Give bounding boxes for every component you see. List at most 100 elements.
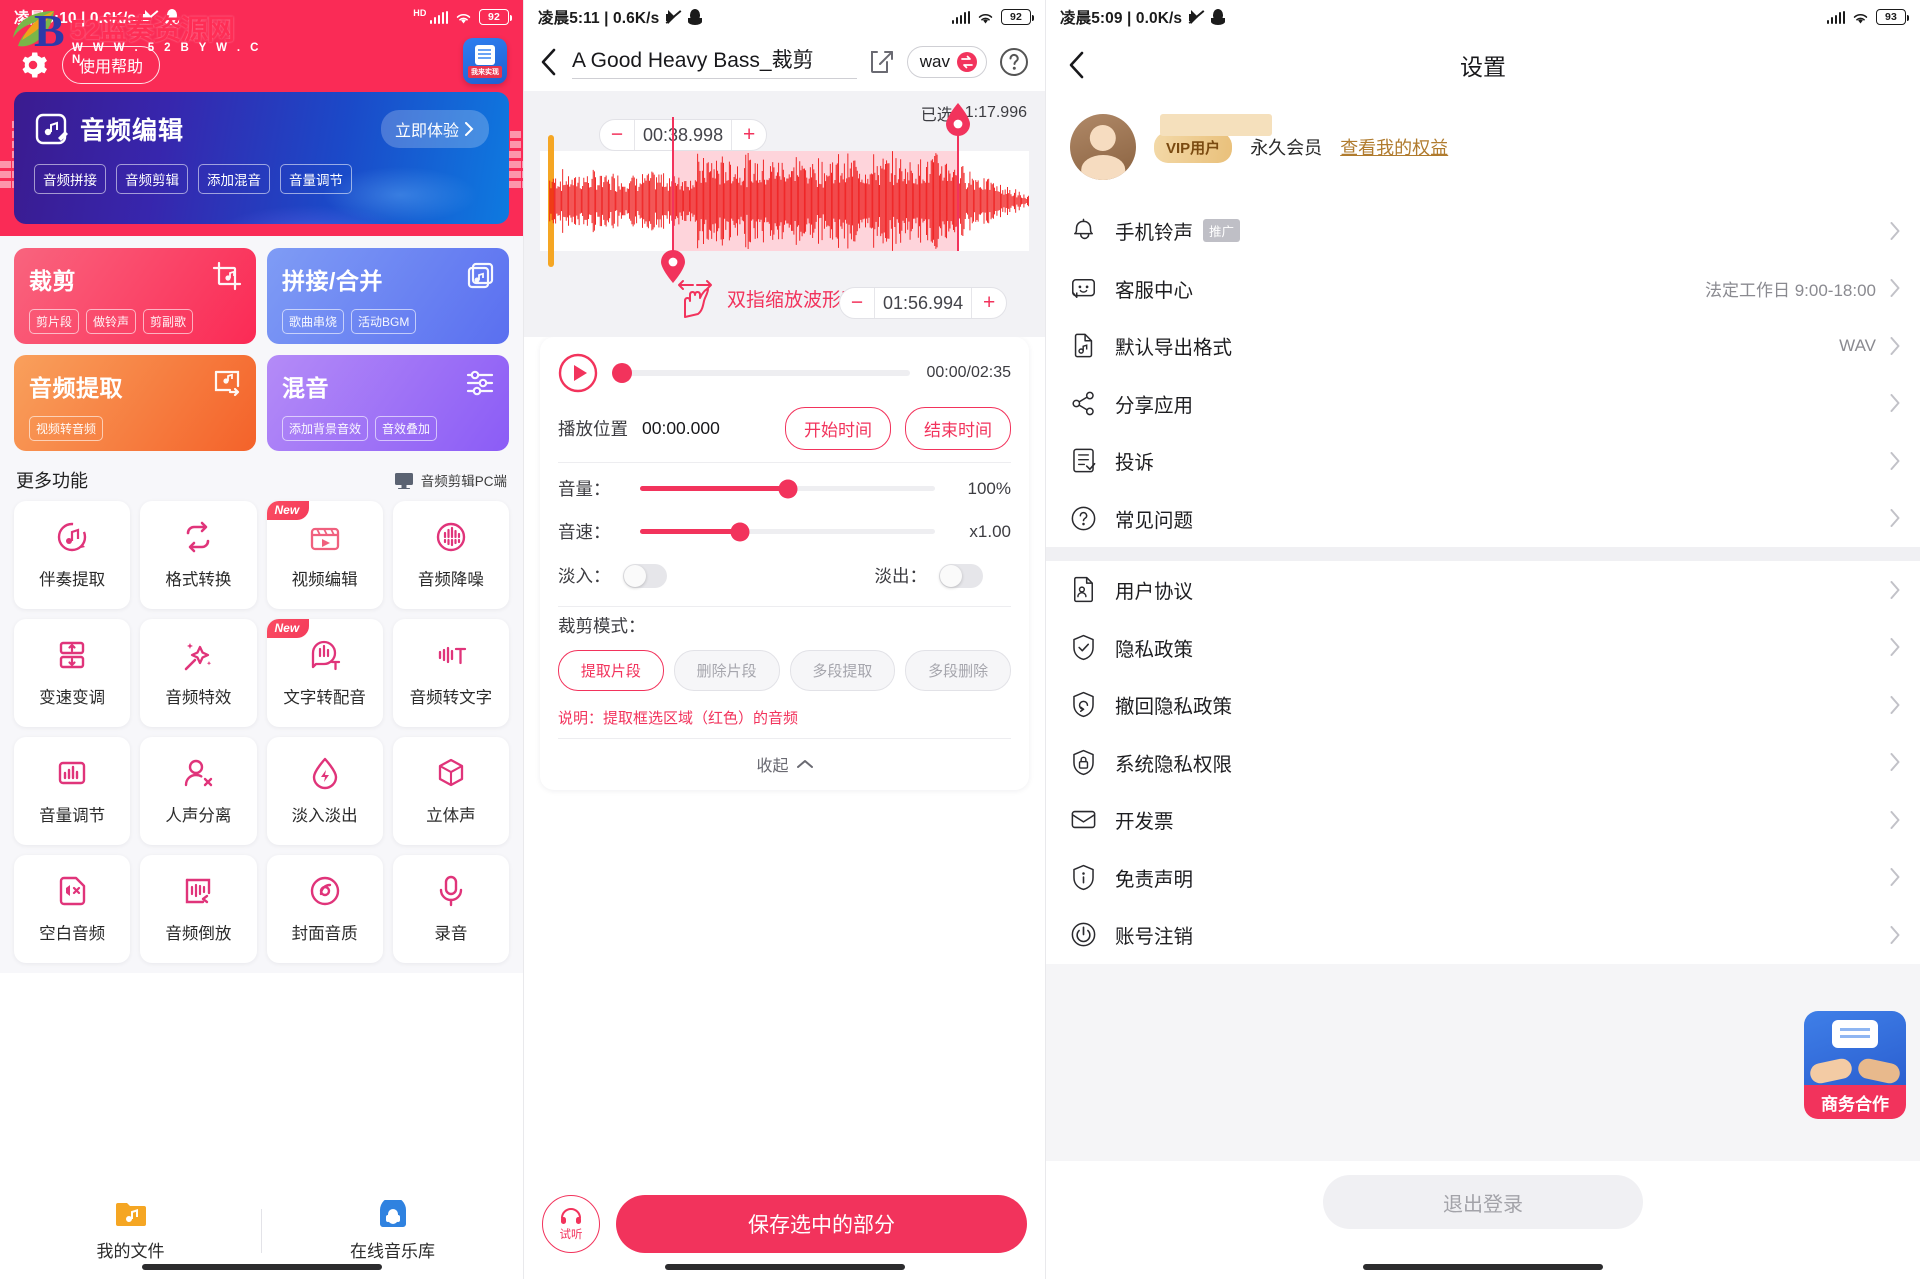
logout-button[interactable]: 退出登录 <box>1323 1175 1643 1229</box>
start-time-minus[interactable]: − <box>600 120 634 150</box>
tool-effects[interactable]: 音频特效 <box>140 619 257 727</box>
status-time: 凌晨5:11 | 0.6K/s <box>538 10 660 27</box>
settings-row-手机铃声[interactable]: 手机铃声 推广 <box>1046 202 1920 260</box>
tool-label: 文字转配音 <box>283 689 366 707</box>
pc-version-link[interactable]: 音频剪辑PC端 <box>394 470 507 490</box>
tool-accompaniment[interactable]: 伴奏提取 <box>14 501 131 609</box>
waveform-canvas[interactable] <box>540 103 1029 283</box>
cut-mode-option-提取片段[interactable]: 提取片段 <box>558 650 664 691</box>
tool-silence[interactable]: 空白音频 <box>14 855 131 963</box>
track-title-field[interactable]: A Good Heavy Bass_裁剪 <box>572 44 857 79</box>
volume-slider[interactable] <box>640 479 935 498</box>
feature-chip-list: 剪片段 做铃声 剪副歌 <box>29 309 241 334</box>
settings-row-right <box>1890 638 1900 657</box>
feature-card-3[interactable]: 音频提取 视频转音频 <box>14 355 256 451</box>
feature-chip: 音效叠加 <box>375 416 438 441</box>
tool-denoise[interactable]: 音频降噪 <box>392 501 509 609</box>
feature-card-1[interactable]: 裁剪 剪片段 做铃声 剪副歌 <box>14 248 256 344</box>
settings-group-1: 手机铃声 推广 客服中心 法定工作日 9:00-18:00 默认导出格式 WAV … <box>1046 202 1920 547</box>
tool-convert[interactable]: 格式转换 <box>140 501 257 609</box>
cut-mode-option-多段提取[interactable]: 多段提取 <box>789 650 896 691</box>
edit-icon[interactable] <box>869 49 895 75</box>
settings-row-系统隐私权限[interactable]: 系统隐私权限 <box>1046 734 1920 792</box>
set-start-time-button[interactable]: 开始时间 <box>785 407 891 450</box>
feature-card-4[interactable]: 混音 添加背景音效 音效叠加 <box>267 355 509 451</box>
avatar[interactable] <box>1070 114 1136 180</box>
fade-in-toggle[interactable] <box>622 563 667 588</box>
start-time-stepper[interactable]: − 00:38.998 + <box>599 119 768 151</box>
headphone-icon <box>379 1200 406 1227</box>
play-button[interactable] <box>558 353 598 393</box>
hero-cta-button[interactable]: 立即体验 <box>380 110 489 148</box>
tool-tts[interactable]: New 文字转配音 <box>266 619 383 727</box>
speed-slider[interactable] <box>640 522 935 541</box>
set-end-time-button[interactable]: 结束时间 <box>905 407 1011 450</box>
monitor-icon <box>394 472 413 489</box>
share-icon <box>1072 391 1094 416</box>
settings-row-投诉[interactable]: 投诉 <box>1046 432 1920 490</box>
seek-slider[interactable] <box>612 363 911 383</box>
app-promo-badge[interactable]: 我来实现 <box>463 38 507 84</box>
settings-row-撤回隐私政策[interactable]: 撤回隐私政策 <box>1046 676 1920 734</box>
settings-row-客服中心[interactable]: 客服中心 法定工作日 9:00-18:00 <box>1046 260 1920 318</box>
selection-end-handle[interactable] <box>945 103 970 251</box>
tab-my-files[interactable]: 我的文件 <box>0 1200 261 1262</box>
profile-section[interactable]: VIP用户 永久会员 查看我的权益 <box>1046 96 1920 202</box>
tool-record[interactable]: 录音 <box>392 855 509 963</box>
settings-row-right: 法定工作日 9:00-18:00 <box>1705 276 1900 301</box>
status-bar: 凌晨5:10 | 0.6K/s HD 92 <box>0 0 523 34</box>
tool-cover-quality[interactable]: 封面音质 <box>266 855 383 963</box>
selection-start-handle[interactable] <box>661 117 686 283</box>
chevron-right-icon <box>1890 451 1900 470</box>
audition-button[interactable]: 试听 <box>542 1195 600 1253</box>
settings-row-开发票[interactable]: 开发票 <box>1046 791 1920 849</box>
hero-banner[interactable]: 音频编辑 立即体验 音频拼接 音频剪辑 添加混音 音量调节 <box>14 92 509 224</box>
tool-reverse[interactable]: 音频倒放 <box>140 855 257 963</box>
end-time-stepper[interactable]: − 01:56.994 + <box>839 287 1008 319</box>
settings-row-隐私政策[interactable]: 隐私政策 <box>1046 619 1920 677</box>
tool-speed-pitch[interactable]: 变速变调 <box>14 619 131 727</box>
seek-thumb[interactable] <box>612 363 632 383</box>
start-time-plus[interactable]: + <box>732 120 766 150</box>
settings-row-默认导出格式[interactable]: 默认导出格式 WAV <box>1046 317 1920 375</box>
qq-icon <box>165 9 180 25</box>
status-time: 凌晨5:09 | 0.0K/s <box>1060 10 1183 27</box>
help-button[interactable]: 使用帮助 <box>62 46 161 84</box>
tool-stereo[interactable]: 立体声 <box>392 737 509 845</box>
question-icon[interactable] <box>999 47 1029 77</box>
tts-icon <box>311 640 340 671</box>
denoise-icon <box>436 522 466 552</box>
end-time-plus[interactable]: + <box>972 288 1006 318</box>
format-selector[interactable]: wav <box>906 45 987 78</box>
new-badge: New <box>266 619 310 638</box>
collapse-button[interactable]: 收起 <box>558 738 1011 782</box>
chevron-right-icon <box>1890 279 1900 298</box>
end-time-minus[interactable]: − <box>840 288 874 318</box>
tool-vocal-remove[interactable]: 人声分离 <box>140 737 257 845</box>
settings-row-value: 法定工作日 9:00-18:00 <box>1704 280 1876 300</box>
settings-row-用户协议[interactable]: 用户协议 <box>1046 561 1920 619</box>
settings-row-免责声明[interactable]: 免责声明 <box>1046 849 1920 907</box>
playback-row: 00:00/02:35 <box>558 353 1011 393</box>
tab-online-music[interactable]: 在线音乐库 <box>262 1200 523 1262</box>
tool-fade[interactable]: 淡入淡出 <box>266 737 383 845</box>
settings-row-分享应用[interactable]: 分享应用 <box>1046 375 1920 433</box>
back-chevron-icon[interactable] <box>538 47 560 77</box>
qq-icon <box>1211 9 1226 25</box>
view-rights-link[interactable]: 查看我的权益 <box>1340 134 1448 160</box>
tool-video-edit[interactable]: New 视频编辑 <box>266 501 383 609</box>
save-selection-button[interactable]: 保存选中的部分 <box>616 1195 1027 1253</box>
cut-mode-option-多段删除[interactable]: 多段删除 <box>905 650 1011 691</box>
fade-out-toggle[interactable] <box>939 563 983 588</box>
business-cooperation-float[interactable]: 商务合作 <box>1804 1011 1906 1119</box>
settings-row-账号注销[interactable]: 账号注销 <box>1046 906 1920 964</box>
crop-icon <box>212 261 242 291</box>
hero-tag: 音量调节 <box>280 164 352 194</box>
effects-icon <box>185 643 212 671</box>
feature-card-2[interactable]: 拼接/合并 歌曲串烧 活动BGM <box>267 248 509 344</box>
tool-stt[interactable]: 音频转文字 <box>392 619 509 727</box>
cut-mode-option-删除片段[interactable]: 删除片段 <box>673 650 780 691</box>
gear-icon[interactable] <box>18 50 48 80</box>
tool-volume[interactable]: 音量调节 <box>14 737 131 845</box>
settings-row-常见问题[interactable]: 常见问题 <box>1046 490 1920 548</box>
